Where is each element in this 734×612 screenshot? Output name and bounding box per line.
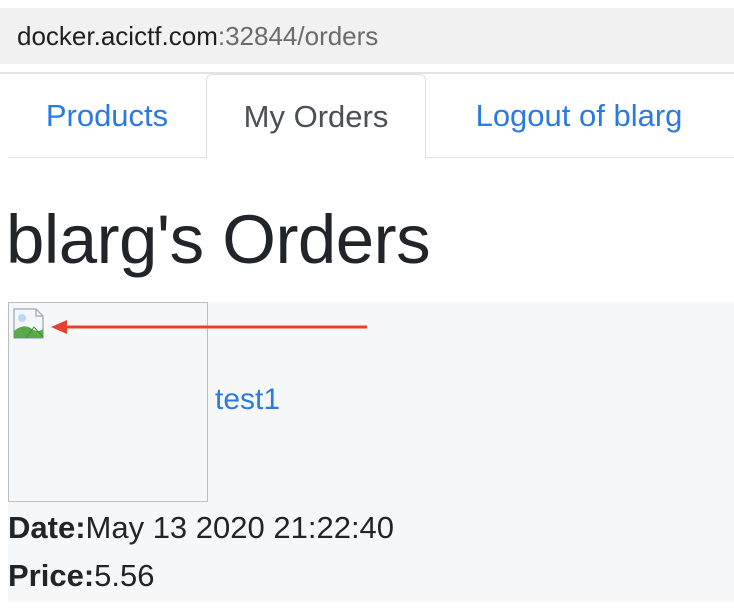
tab-my-orders[interactable]: My Orders — [206, 74, 426, 159]
annotation-arrow — [51, 320, 367, 334]
order-item-link[interactable]: test1 — [215, 382, 280, 418]
tab-logout[interactable]: Logout of blarg — [426, 74, 732, 158]
order-card: test1 Date:May 13 2020 21:22:40 Price:5.… — [8, 302, 734, 602]
nav-tabs: Products My Orders Logout of blarg — [8, 74, 734, 159]
date-label: Date: — [8, 510, 86, 545]
order-price: Price:5.56 — [8, 556, 155, 596]
url-host: docker.acictf.com — [17, 20, 218, 51]
address-bar[interactable]: docker.acictf.com:32844/orders — [0, 8, 734, 64]
tab-products[interactable]: Products — [8, 74, 206, 158]
order-date: Date:May 13 2020 21:22:40 — [8, 508, 394, 548]
order-image[interactable] — [8, 302, 367, 502]
price-label: Price: — [8, 558, 95, 593]
date-value: May 13 2020 21:22:40 — [85, 510, 395, 545]
price-value: 5.56 — [94, 558, 155, 593]
url-path: :32844/orders — [217, 20, 379, 51]
broken-image-icon — [13, 308, 44, 339]
page-title: blarg's Orders — [6, 201, 431, 278]
